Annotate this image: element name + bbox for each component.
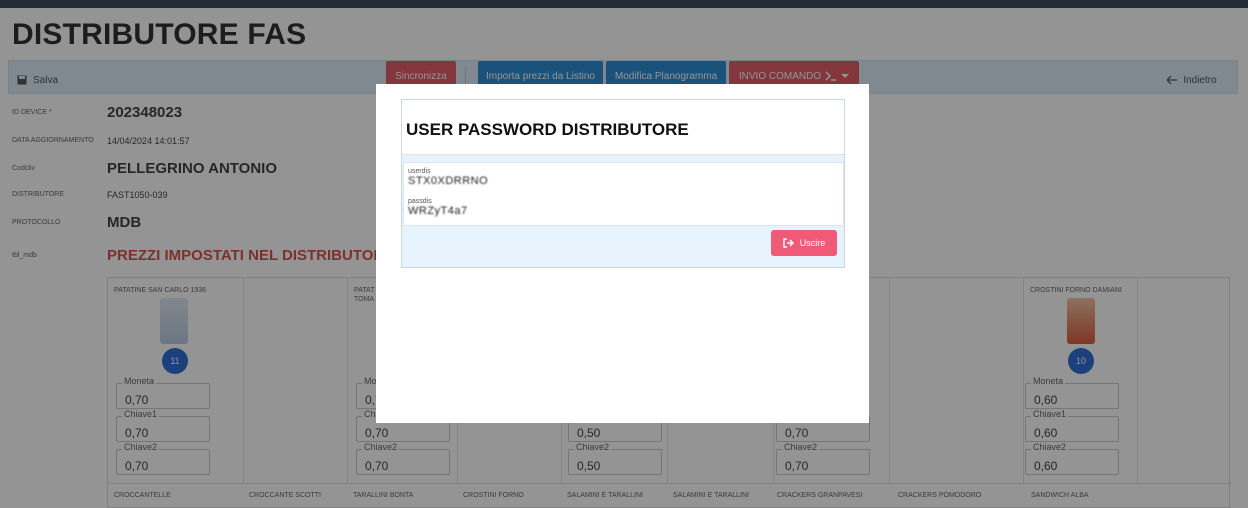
sign-out-icon <box>783 238 794 248</box>
credentials-panel: USER PASSWORD DISTRIBUTORE userdis STX0X… <box>401 99 845 268</box>
panel-body: userdis STX0XDRRNO passdis WRZyT4a7 Usci… <box>402 155 844 267</box>
modal-title: USER PASSWORD DISTRIBUTORE <box>406 120 689 139</box>
user-value[interactable]: STX0XDRRNO <box>408 175 488 187</box>
panel-header: USER PASSWORD DISTRIBUTORE <box>402 100 844 155</box>
user-label: userdis <box>408 168 431 175</box>
credentials-fields: userdis STX0XDRRNO passdis WRZyT4a7 <box>403 162 844 226</box>
credentials-modal: USER PASSWORD DISTRIBUTORE userdis STX0X… <box>376 84 869 423</box>
exit-button[interactable]: Uscire <box>771 230 837 256</box>
exit-label: Uscire <box>799 238 826 248</box>
password-label: passdis <box>408 198 432 205</box>
password-value[interactable]: WRZyT4a7 <box>408 205 468 217</box>
